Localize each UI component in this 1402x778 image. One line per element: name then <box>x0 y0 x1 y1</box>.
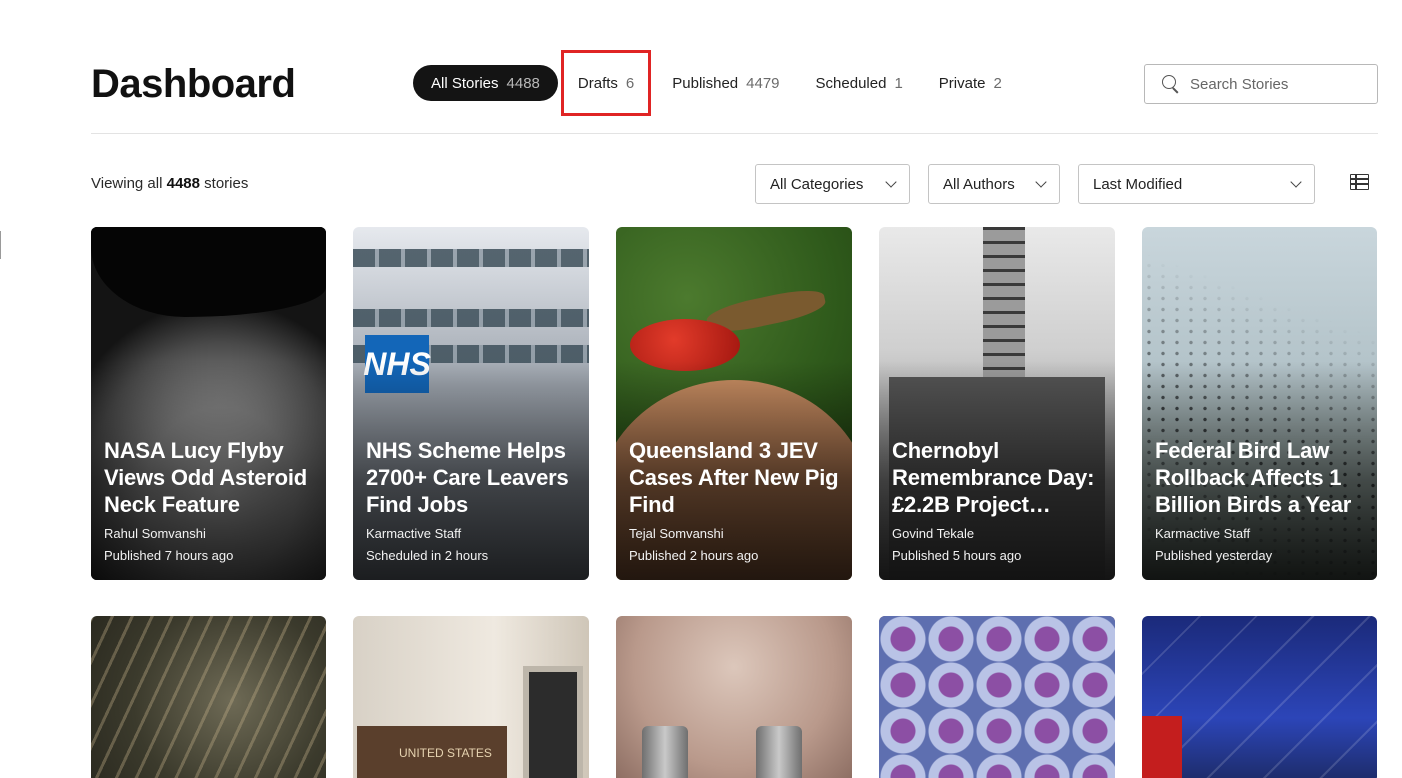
story-status: Scheduled in 2 hours <box>366 548 489 563</box>
story-status: Published 7 hours ago <box>104 548 234 563</box>
story-card[interactable]: Queensland 3 JEV Cases After New Pig Fin… <box>616 227 852 580</box>
story-card[interactable]: Chernobyl Remembrance Day: £2.2B Project… <box>879 227 1115 580</box>
dashboard-header: Dashboard All Stories 4488 Drafts 6 Publ… <box>91 50 1378 116</box>
story-card[interactable] <box>616 616 852 778</box>
sort-select[interactable]: Last Modified <box>1078 164 1315 204</box>
tab-drafts[interactable]: Drafts 6 <box>560 50 652 116</box>
story-author: Karmactive Staff <box>366 526 462 541</box>
author-filter-select[interactable]: All Authors <box>928 164 1060 204</box>
chevron-down-icon <box>885 175 897 188</box>
story-card[interactable] <box>1142 616 1377 778</box>
edge-marker <box>0 231 1 259</box>
tab-label: Scheduled <box>815 74 887 92</box>
tab-count: 2 <box>993 74 1002 92</box>
sort-value: Last Modified <box>1093 175 1183 193</box>
story-card[interactable]: UNITED STATES <box>353 616 589 778</box>
chevron-down-icon <box>1035 175 1047 188</box>
chevron-down-icon <box>1290 175 1302 188</box>
tab-scheduled[interactable]: Scheduled 1 <box>798 65 921 101</box>
story-author: Govind Tekale <box>892 526 975 541</box>
viewing-count: 4488 <box>166 175 200 192</box>
story-card[interactable]: NHS NHS Scheme Helps 2700+ Care Leavers … <box>353 227 589 580</box>
search-box[interactable] <box>1144 64 1378 104</box>
story-count-summary: Viewing all 4488 stories <box>91 175 248 192</box>
header-divider <box>91 133 1378 134</box>
tab-published[interactable]: Published 4479 <box>654 65 797 101</box>
story-card[interactable]: Federal Bird Law Rollback Affects 1 Bill… <box>1142 227 1377 580</box>
story-status: Published 2 hours ago <box>629 548 759 563</box>
story-image <box>616 616 852 778</box>
search-input[interactable] <box>1190 75 1370 93</box>
viewing-prefix: Viewing all <box>91 175 163 192</box>
story-title: NASA Lucy Flyby Views Odd Asteroid Neck … <box>104 438 308 517</box>
tab-label: Published <box>672 74 739 92</box>
search-icon <box>1161 74 1181 94</box>
story-author: Rahul Somvanshi <box>104 526 206 541</box>
tab-label: Private <box>938 74 986 92</box>
tab-label: Drafts <box>577 74 618 92</box>
page-title: Dashboard <box>91 62 296 106</box>
story-image <box>1142 616 1377 778</box>
story-card[interactable]: NASA Lucy Flyby Views Odd Asteroid Neck … <box>91 227 326 580</box>
story-image: UNITED STATES <box>353 616 589 778</box>
story-title: Chernobyl Remembrance Day: £2.2B Project… <box>892 438 1095 517</box>
viewing-suffix: stories <box>204 175 249 192</box>
story-status: Published yesterday <box>1155 548 1273 563</box>
tab-all-stories[interactable]: All Stories 4488 <box>413 65 558 101</box>
plaque-text: UNITED STATES <box>357 726 507 778</box>
tab-count: 1 <box>894 74 903 92</box>
tab-count: 4479 <box>746 74 780 92</box>
story-author: Karmactive Staff <box>1155 526 1251 541</box>
category-filter-value: All Categories <box>770 175 864 193</box>
list-view-icon[interactable] <box>1350 174 1369 190</box>
tab-count: 4488 <box>506 74 540 92</box>
story-status-tabs: All Stories 4488 Drafts 6 Published 4479… <box>413 50 1020 116</box>
tab-private[interactable]: Private 2 <box>921 65 1020 101</box>
story-card[interactable] <box>879 616 1115 778</box>
story-image <box>879 616 1115 778</box>
author-filter-value: All Authors <box>943 175 1015 193</box>
story-title: Federal Bird Law Rollback Affects 1 Bill… <box>1155 438 1352 517</box>
story-title: NHS Scheme Helps 2700+ Care Leavers Find… <box>366 438 569 517</box>
tab-count: 6 <box>625 74 635 92</box>
category-filter-select[interactable]: All Categories <box>755 164 910 204</box>
story-status: Published 5 hours ago <box>892 548 1022 563</box>
story-image <box>91 616 326 778</box>
tab-label: All Stories <box>431 74 499 92</box>
story-title: Queensland 3 JEV Cases After New Pig Fin… <box>629 438 839 517</box>
story-author: Tejal Somvanshi <box>629 526 724 541</box>
story-card[interactable] <box>91 616 326 778</box>
